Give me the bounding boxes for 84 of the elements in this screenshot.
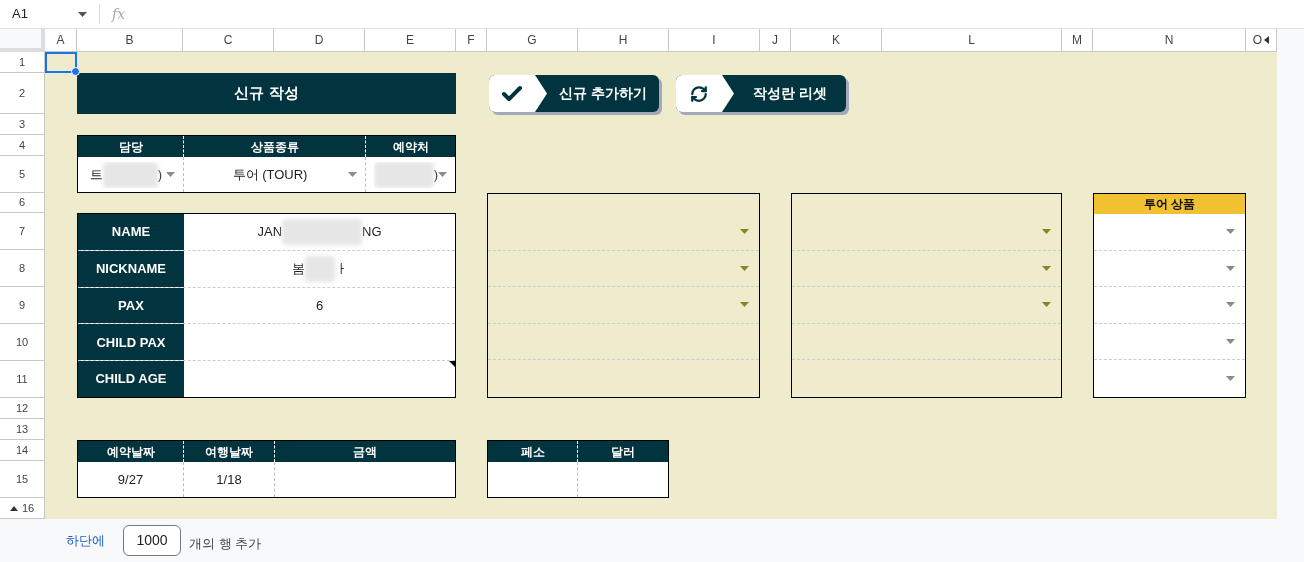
cell-text: 투어 (TOUR)	[232, 165, 308, 184]
row-number[interactable]: 2	[0, 73, 45, 114]
row-number[interactable]: 10	[0, 324, 45, 361]
caret-icon[interactable]	[78, 11, 87, 17]
row-count-field[interactable]: 1000	[123, 525, 181, 556]
formula-label: fx	[112, 4, 126, 24]
action-button[interactable]: 작성란 리셋	[676, 75, 846, 112]
row-label: NAME	[78, 214, 184, 250]
cell-text: 트	[89, 165, 103, 184]
column-header[interactable]: K	[791, 29, 882, 52]
column-header[interactable]: J	[760, 29, 791, 52]
row-label: CHILD PAX	[78, 324, 184, 361]
dropdown-arrow-icon[interactable]	[740, 229, 749, 235]
dropdown-arrow-icon[interactable]	[740, 302, 749, 308]
cell-text: ㅏ	[334, 259, 348, 278]
column-header[interactable]: E	[365, 29, 456, 52]
comment-marker-icon[interactable]	[449, 361, 455, 368]
table-header-cell: 투어 상품	[1094, 194, 1245, 214]
row-number[interactable]: 3	[0, 114, 45, 135]
row-number[interactable]: 1	[0, 52, 45, 73]
table-header-cell: 상품종류	[184, 136, 366, 157]
collapse-arrow-icon[interactable]	[1264, 36, 1270, 44]
column-header[interactable]: O	[1246, 29, 1277, 52]
name-box[interactable]: A1	[0, 4, 78, 24]
dropdown-arrow-icon[interactable]	[1042, 265, 1051, 271]
column-header[interactable]: C	[183, 29, 274, 52]
dropdown-arrow-icon[interactable]	[1226, 376, 1235, 382]
column-header[interactable]: G	[487, 29, 578, 52]
add-rows-label: 개의 행 추가	[189, 534, 262, 553]
row-label: CHILD AGE	[78, 361, 184, 397]
column-header[interactable]: L	[882, 29, 1062, 52]
dropdown-arrow-icon[interactable]	[1226, 302, 1235, 308]
column-header[interactable]: M	[1062, 29, 1093, 52]
row-number[interactable]: 7	[0, 213, 45, 250]
dropdown-arrow-icon[interactable]	[166, 172, 175, 177]
cell-text: 봄	[291, 259, 305, 278]
dropdown-arrow-icon[interactable]	[1042, 302, 1051, 308]
dropdown-arrow-icon[interactable]	[740, 265, 749, 271]
column-header[interactable]: F	[456, 29, 487, 52]
cell-text: )	[157, 165, 163, 184]
cell-text: 9/27	[117, 470, 144, 489]
cell-text: 6	[315, 296, 324, 315]
row-number[interactable]: 11	[0, 361, 45, 398]
row-number[interactable]: 5	[0, 156, 45, 193]
dropdown-arrow-icon[interactable]	[1226, 265, 1235, 271]
table-header-cell: 금액	[275, 441, 455, 462]
column-header[interactable]: I	[669, 29, 760, 52]
row-number[interactable]: 14	[0, 440, 45, 461]
table-header-cell: 여행날짜	[184, 441, 275, 462]
refresh-icon	[690, 84, 708, 103]
expand-arrow-icon[interactable]	[9, 505, 18, 511]
dropdown-arrow-icon[interactable]	[438, 172, 447, 177]
table-header-cell: 달러	[578, 441, 668, 462]
row-label: PAX	[78, 287, 184, 324]
row-number[interactable]: 6	[0, 193, 45, 213]
form-title: 신규 작성	[77, 73, 456, 114]
table-header-cell: 예약처	[366, 136, 455, 157]
column-header[interactable]: H	[578, 29, 669, 52]
row-number[interactable]: 13	[0, 419, 45, 440]
table-header-cell: 담당	[78, 136, 184, 157]
dropdown-arrow-icon[interactable]	[1226, 229, 1235, 235]
cell-text: 1/18	[216, 470, 242, 489]
dropdown-arrow-icon[interactable]	[1042, 229, 1051, 235]
add-rows-link[interactable]: 하단에	[66, 530, 105, 551]
dropdown-arrow-icon[interactable]	[348, 172, 357, 177]
row-label: NICKNAME	[78, 250, 184, 287]
row-number[interactable]: 9	[0, 287, 45, 324]
row-number[interactable]: 4	[0, 135, 45, 156]
row-number[interactable]: 16	[0, 498, 45, 519]
cell-text: JAN	[257, 223, 283, 242]
row-number[interactable]: 15	[0, 461, 45, 498]
column-header[interactable]: D	[274, 29, 365, 52]
row-number[interactable]: 8	[0, 250, 45, 287]
cell-text: )	[433, 165, 438, 184]
table-header-cell: 페소	[488, 441, 578, 462]
action-button[interactable]: 신규 추가하기	[489, 75, 659, 112]
table-header-cell: 예약날짜	[78, 441, 184, 462]
column-header[interactable]: B	[77, 29, 183, 52]
dropdown-arrow-icon[interactable]	[1226, 339, 1235, 345]
column-header[interactable]: A	[45, 29, 77, 52]
selected-cell[interactable]	[45, 52, 77, 73]
cell-text: NG	[362, 223, 382, 242]
row-number[interactable]: 12	[0, 398, 45, 419]
column-header[interactable]: N	[1093, 29, 1246, 52]
